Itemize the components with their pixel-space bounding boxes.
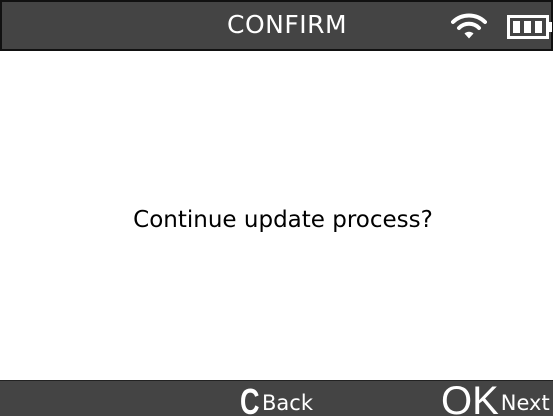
ok-key-icon: OK — [441, 379, 499, 416]
device-screen: CONFIRM Continue update process? C Back … — [0, 0, 553, 416]
softkey-bar: C Back OK Next — [0, 380, 553, 416]
next-label: Next — [500, 391, 550, 415]
header-bar: CONFIRM — [0, 0, 553, 51]
battery-full-icon — [507, 15, 552, 39]
back-label: Back — [262, 391, 313, 415]
confirm-message: Continue update process? — [133, 207, 433, 233]
back-button[interactable]: C Back — [240, 381, 313, 416]
dialog-body: Continue update process? — [0, 51, 553, 380]
c-key-icon: C — [240, 381, 260, 416]
wifi-icon — [451, 13, 487, 39]
next-button[interactable]: OK Next — [441, 381, 550, 416]
